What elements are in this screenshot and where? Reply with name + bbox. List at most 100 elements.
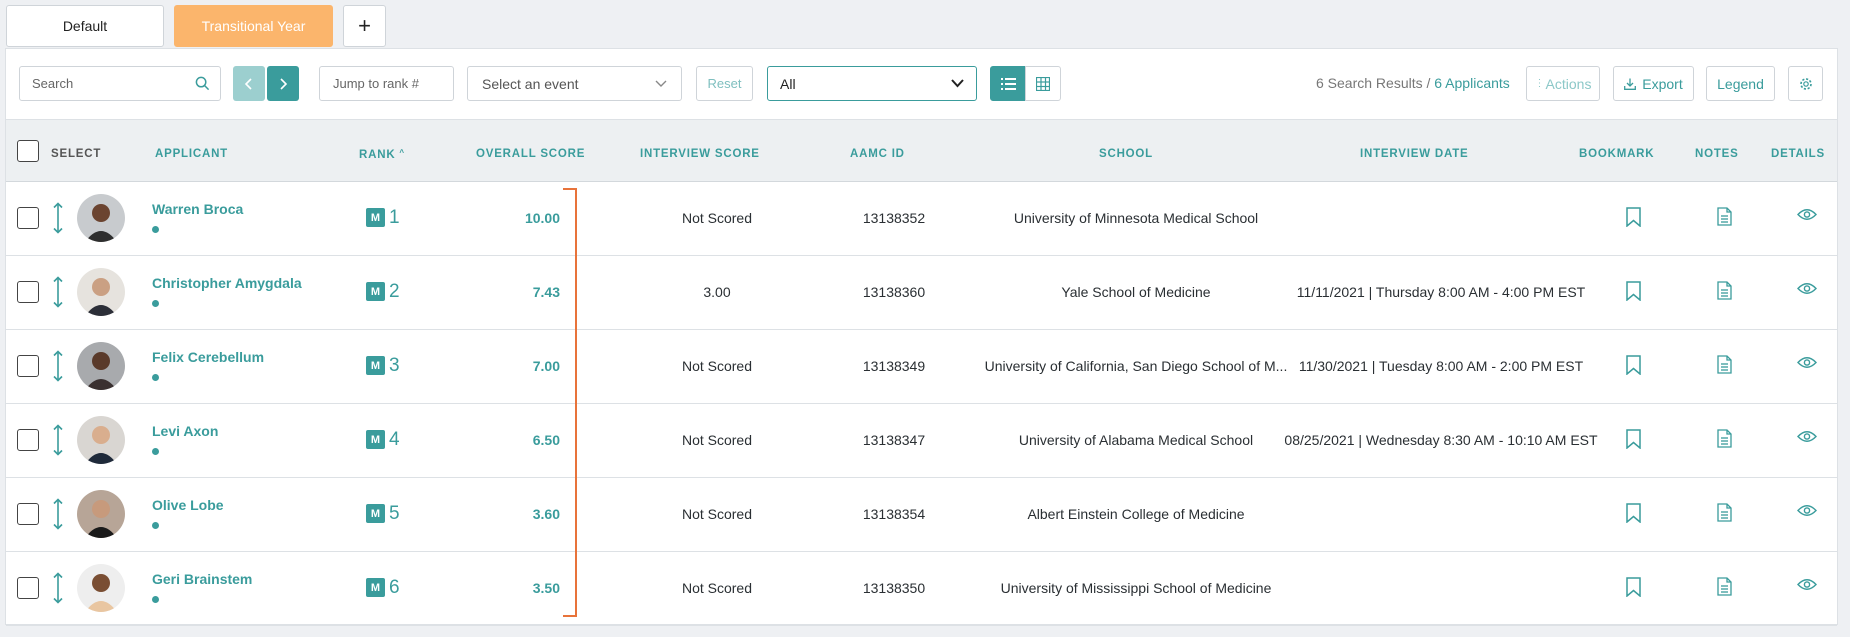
drag-handle-icon[interactable] [53,424,63,456]
school-name: University of Mississippi School of Medi… [1000,580,1272,596]
table-row[interactable]: Felix Cerebellum M 3 7.00 Not Scored 131… [6,330,1837,404]
previous-button[interactable] [233,66,265,101]
column-overall-score[interactable]: OVERALL SCORE [476,148,585,160]
row-checkbox[interactable] [17,355,39,377]
table-row[interactable]: Geri Brainstem M 6 3.50 Not Scored 13138… [6,552,1837,626]
bookmark-icon[interactable] [1626,577,1641,597]
notes-icon[interactable] [1717,355,1732,374]
applicants-panel: Search Jump to rank # Select an event Re… [5,48,1838,626]
table-header: SELECT APPLICANT RANK ^ OVERALL SCORE IN… [6,119,1837,182]
search-input[interactable]: Search [19,66,221,101]
applicant-name[interactable]: Christopher Amygdala [152,275,302,291]
filter-select-value: All [780,75,796,92]
bookmark-icon[interactable] [1626,503,1641,523]
toolbar: Search Jump to rank # Select an event Re… [6,49,1837,119]
bookmark-icon[interactable] [1626,207,1641,227]
applicant-name[interactable]: Geri Brainstem [152,571,252,587]
column-interview-score[interactable]: INTERVIEW SCORE [640,148,760,160]
results-separator: / [1422,75,1435,91]
list-view-button[interactable] [990,66,1026,101]
export-label: Export [1642,75,1683,92]
person-photo-icon [77,268,125,316]
column-rank[interactable]: RANK ^ [359,148,405,161]
results-applicants: 6 Applicants [1434,75,1510,91]
add-tab-button[interactable]: + [343,5,386,47]
drag-handle-icon[interactable] [53,350,63,382]
applicant-name[interactable]: Olive Lobe [152,497,224,513]
match-badge: M [366,356,385,375]
match-badge: M [366,578,385,597]
row-checkbox[interactable] [17,429,39,451]
rank-value: 6 [389,577,400,598]
actions-button[interactable]: ⋮ Actions [1526,66,1600,101]
reset-button[interactable]: Reset [696,66,753,101]
event-select[interactable]: Select an event [467,66,682,101]
notes-icon[interactable] [1717,207,1732,226]
person-photo-icon [77,194,125,242]
applicant-name[interactable]: Felix Cerebellum [152,349,264,365]
settings-button[interactable] [1788,66,1823,101]
eye-icon[interactable] [1797,430,1817,443]
column-school[interactable]: SCHOOL [1099,148,1153,160]
rank-value: 4 [389,429,400,450]
more-vertical-icon: ⋮ [1534,78,1545,89]
gear-icon [1799,77,1812,90]
applicant-name[interactable]: Levi Axon [152,423,218,439]
avatar [77,342,125,390]
avatar [77,416,125,464]
interview-date: 11/11/2021 | Thursday 8:00 AM - 4:00 PM … [1296,284,1586,300]
notes-icon[interactable] [1717,503,1732,522]
eye-icon[interactable] [1797,356,1817,369]
table-row[interactable]: Olive Lobe M 5 3.60 Not Scored 13138354 … [6,478,1837,552]
column-notes: NOTES [1695,148,1739,160]
drag-handle-icon[interactable] [53,202,63,234]
score-bracket [563,188,577,617]
table-row[interactable]: Levi Axon M 4 6.50 Not Scored 13138347 U… [6,404,1837,478]
interview-score: Not Scored [681,580,753,596]
bookmark-icon[interactable] [1626,281,1641,301]
tab-default[interactable]: Default [6,5,164,47]
row-checkbox[interactable] [17,281,39,303]
avatar [77,194,125,242]
row-checkbox[interactable] [17,577,39,599]
school-name: University of Alabama Medical School [1018,432,1254,448]
drag-handle-icon[interactable] [53,572,63,604]
school-name: Albert Einstein College of Medicine [1027,506,1245,522]
rank-value: 5 [389,503,400,524]
next-button[interactable] [267,66,299,101]
grid-view-button[interactable] [1025,66,1061,101]
eye-icon[interactable] [1797,578,1817,591]
overall-score: 10.00 [524,210,560,226]
eye-icon[interactable] [1797,208,1817,221]
filter-select[interactable]: All [767,66,977,101]
legend-button[interactable]: Legend [1706,66,1775,101]
column-interview-date[interactable]: INTERVIEW DATE [1360,148,1469,160]
select-all-checkbox[interactable] [17,140,39,162]
row-checkbox[interactable] [17,503,39,525]
drag-handle-icon[interactable] [53,276,63,308]
notes-icon[interactable] [1717,577,1732,596]
bookmark-icon[interactable] [1626,429,1641,449]
drag-handle-icon[interactable] [53,498,63,530]
tab-transitional-year[interactable]: Transitional Year [174,5,333,47]
column-aamc-id[interactable]: AAMC ID [850,148,905,160]
row-checkbox[interactable] [17,207,39,229]
table-row[interactable]: Warren Broca M 1 10.00 Not Scored 131383… [6,182,1837,256]
table-row[interactable]: Christopher Amygdala M 2 7.43 3.00 13138… [6,256,1837,330]
notes-icon[interactable] [1717,281,1732,300]
export-button[interactable]: Export [1613,66,1694,101]
notes-icon[interactable] [1717,429,1732,448]
school-name: University of California, San Diego Scho… [984,358,1288,374]
rank-value: 3 [389,355,400,376]
overall-score: 6.50 [532,432,560,448]
applicant-name[interactable]: Warren Broca [152,201,243,217]
school-name: University of Minnesota Medical School [1013,210,1259,226]
eye-icon[interactable] [1797,282,1817,295]
column-applicant[interactable]: APPLICANT [155,148,228,160]
interview-score: Not Scored [681,358,753,374]
chevron-left-icon [244,77,252,90]
eye-icon[interactable] [1797,504,1817,517]
results-summary: 6 Search Results / 6 Applicants [1316,75,1510,91]
bookmark-icon[interactable] [1626,355,1641,375]
jump-to-rank-input[interactable]: Jump to rank # [319,66,454,101]
